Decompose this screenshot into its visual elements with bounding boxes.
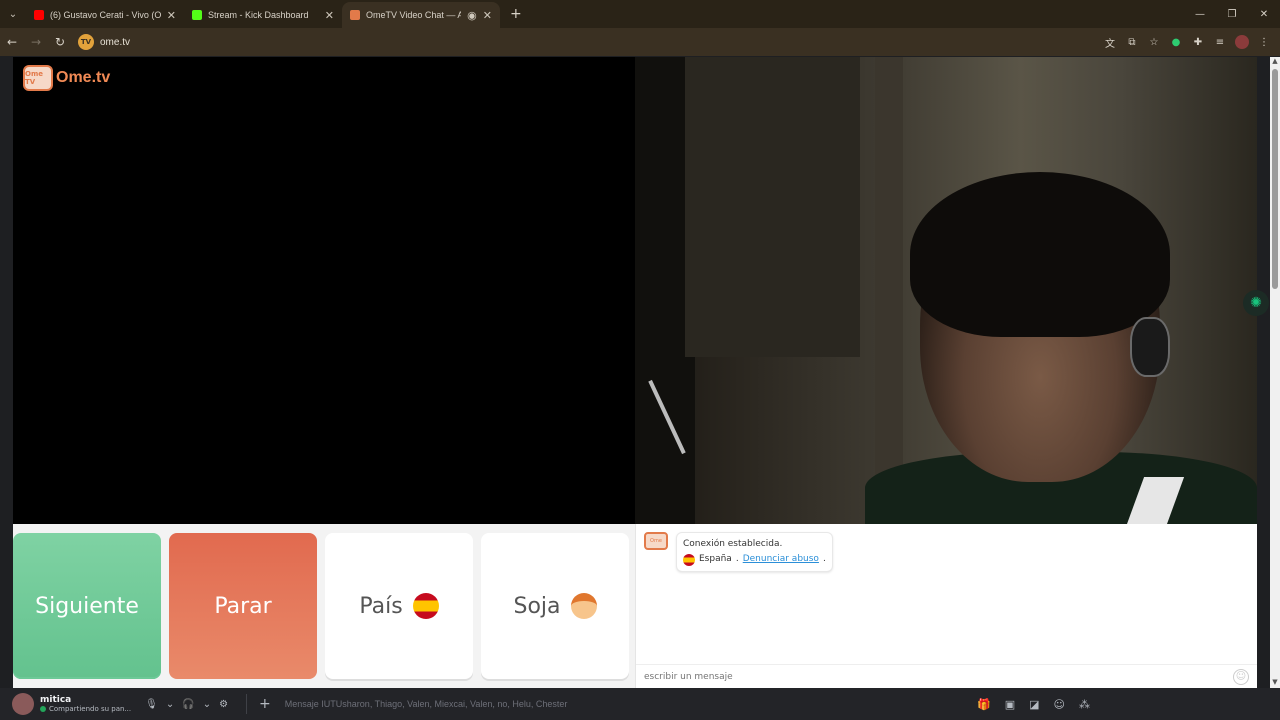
message-bubble: Conexión establecida. España . Denunciar… (676, 532, 833, 572)
reload-button[interactable]: ↻ (48, 30, 72, 54)
reading-list-icon[interactable]: ≡ (1212, 34, 1228, 50)
settings-gear-icon[interactable]: ⚙ (219, 699, 228, 710)
extension-green-icon[interactable]: ● (1168, 34, 1184, 50)
gif-icon[interactable]: ▣ (1005, 698, 1015, 711)
ometv-logo-tv-icon: Ome TV (23, 65, 53, 91)
bookmark-star-icon[interactable]: ☆ (1146, 34, 1162, 50)
scroll-thumb[interactable] (1272, 69, 1278, 289)
message-tools: 🎁 ▣ ◪ ☺ ⁂ (977, 698, 1090, 711)
ometv-avatar-icon: Ome (644, 532, 668, 550)
tab-ometv[interactable]: OmeTV Video Chat — Alte ◉ ✕ (342, 2, 500, 28)
voice-controls: 🎙 ⌄ 🎧 ⌄ ⚙ (145, 699, 228, 710)
sticker-icon[interactable]: ◪ (1029, 698, 1039, 711)
discord-overlay-bar: mitica Compartiendo su pan... 🎙 ⌄ 🎧 ⌄ ⚙ … (0, 688, 1280, 720)
profile-avatar[interactable] (1234, 34, 1250, 50)
message-input[interactable]: Mensaje IUTUsharon, Thiago, Valen, Miexc… (285, 699, 568, 709)
chat-controls: Siguiente Parar País Soja (13, 533, 635, 679)
extensions-puzzle-icon[interactable]: ✚ (1190, 34, 1206, 50)
report-abuse-link[interactable]: Denunciar abuso (743, 552, 819, 567)
ometv-logo[interactable]: Ome TV Ome.tv (23, 65, 110, 91)
tab-close-icon[interactable]: ✕ (325, 9, 334, 22)
tab-youtube[interactable]: (6) Gustavo Cerati - Vivo (Offici ✕ (26, 2, 184, 28)
scroll-down-arrow-icon[interactable]: ▼ (1270, 678, 1280, 688)
stop-button[interactable]: Parar (169, 533, 317, 679)
chat-message-input[interactable] (644, 671, 1233, 682)
browser-menu-icon[interactable]: ⋮ (1256, 34, 1272, 50)
browser-toolbar: 文 ⧉ ☆ ● ✚ ≡ ⋮ (1102, 28, 1272, 56)
gender-filter-button[interactable]: Soja (481, 533, 629, 679)
tab-bar: ⌄ (6) Gustavo Cerati - Vivo (Offici ✕ St… (0, 0, 1280, 28)
translate-icon[interactable]: 文 (1102, 34, 1118, 50)
country-filter-button[interactable]: País (325, 533, 473, 679)
tab-kick[interactable]: Stream - Kick Dashboard ✕ (184, 2, 342, 28)
headphones-icon[interactable]: 🎧 (182, 699, 194, 710)
install-app-icon[interactable]: ⧉ (1124, 34, 1140, 50)
spain-flag-icon (683, 553, 695, 566)
emoji-picker-icon[interactable]: ☺ (1054, 698, 1065, 711)
maximize-button[interactable]: ❐ (1216, 0, 1248, 28)
status-text: Compartiendo su pan... (49, 705, 132, 713)
add-attachment-button[interactable]: + (259, 696, 271, 712)
forward-button[interactable]: → (24, 30, 48, 54)
user-avatar[interactable] (12, 693, 34, 715)
page-scrollbar[interactable]: ▲ ▼ (1270, 57, 1280, 688)
url-text[interactable]: ome.tv (100, 37, 130, 48)
self-webcam-video (635, 57, 1257, 524)
user-panel[interactable]: mitica Compartiendo su pan... (40, 695, 131, 713)
chevron-down-icon[interactable]: ⌄ (203, 699, 211, 710)
connection-text: Conexión establecida. (683, 539, 783, 549)
stranger-video: Ome TV Ome.tv (13, 57, 635, 524)
tab-title: OmeTV Video Chat — Alte (366, 10, 462, 20)
minimize-button[interactable]: — (1184, 0, 1216, 28)
new-tab-button[interactable]: + (510, 6, 522, 22)
emoji-icon[interactable]: ☺ (1233, 668, 1249, 685)
close-window-button[interactable]: ✕ (1248, 0, 1280, 28)
site-info-icon[interactable]: TV (78, 34, 94, 50)
tab-close-icon[interactable]: ✕ (483, 9, 492, 22)
microphone-icon[interactable]: 🎙 (145, 699, 158, 710)
boy-emoji-icon (570, 593, 597, 619)
window-controls: — ❐ ✕ (1184, 0, 1280, 28)
report-trail: . (822, 554, 826, 564)
chatgpt-extension-icon[interactable]: ✺ (1243, 290, 1269, 316)
gender-label: Soja (513, 593, 561, 619)
chevron-down-icon[interactable]: ⌄ (166, 699, 174, 710)
tab-close-icon[interactable]: ✕ (167, 9, 176, 22)
ometv-logo-text: Ome.tv (56, 69, 111, 86)
tab-title: (6) Gustavo Cerati - Vivo (Offici (50, 10, 161, 20)
separator: . (735, 554, 739, 564)
recording-icon: ◉ (467, 9, 477, 22)
online-dot-icon (40, 706, 46, 712)
youtube-favicon-icon (34, 10, 44, 20)
ometv-page: Ome TV Ome.tv Siguiente Parar País Soja (13, 57, 1257, 688)
back-button[interactable]: ← (0, 30, 24, 54)
address-bar: ← → ↻ TV ome.tv (0, 28, 1280, 56)
stop-label: Parar (214, 593, 272, 619)
tab-title: Stream - Kick Dashboard (208, 10, 309, 20)
kick-favicon-icon (192, 10, 202, 20)
apps-icon[interactable]: ⁂ (1079, 698, 1090, 711)
next-button[interactable]: Siguiente (13, 533, 161, 679)
tab-search-chevron-icon[interactable]: ⌄ (0, 0, 26, 28)
omnibox[interactable]: TV ome.tv (78, 31, 1078, 53)
chat-input-bar: ☺ (636, 664, 1257, 688)
headphones (1130, 317, 1170, 377)
user-status: Compartiendo su pan... (40, 705, 131, 713)
ometv-favicon-icon (350, 10, 360, 20)
username: mitica (40, 695, 72, 705)
chat-panel: Ome Conexión establecida. España . Denun… (635, 524, 1257, 688)
country-name: España (699, 554, 732, 564)
country-label: País (359, 593, 403, 619)
system-message: Ome Conexión establecida. España . Denun… (644, 532, 833, 572)
next-label: Siguiente (35, 593, 139, 619)
gift-icon[interactable]: 🎁 (977, 698, 991, 711)
scroll-up-arrow-icon[interactable]: ▲ (1270, 57, 1280, 67)
spain-flag-icon (412, 593, 439, 619)
